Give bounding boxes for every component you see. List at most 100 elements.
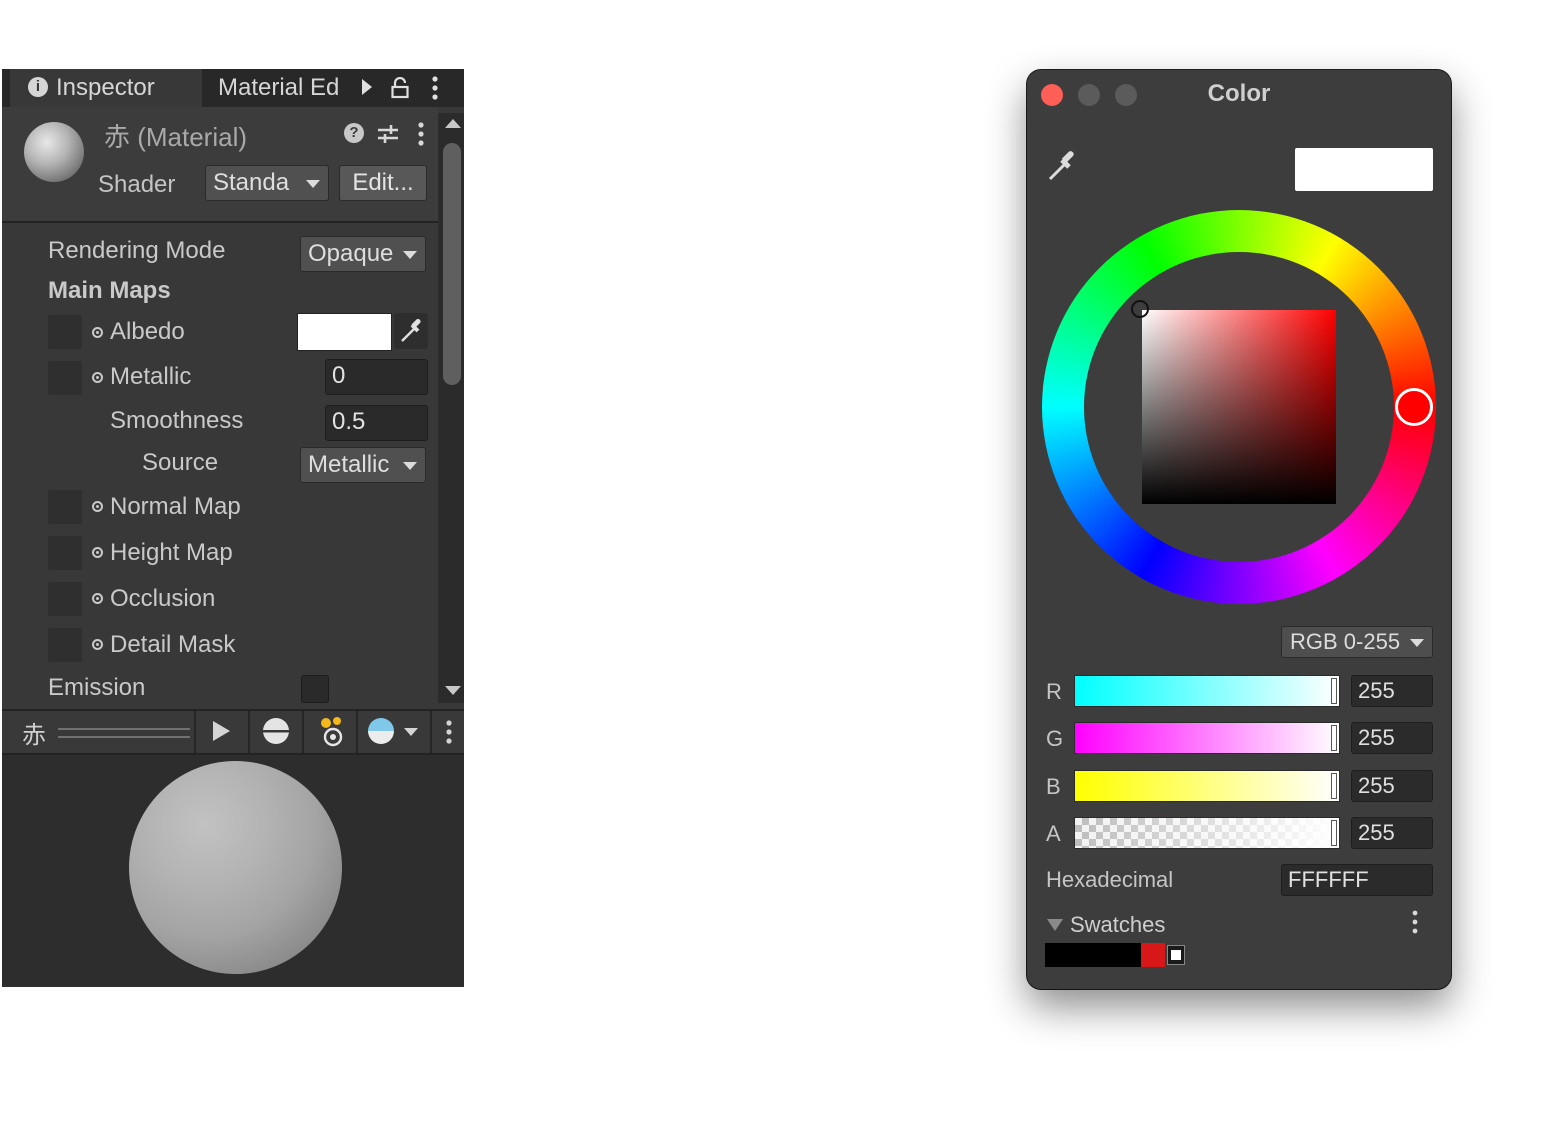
toolbar-divider — [302, 711, 304, 753]
channel-g-field[interactable]: 255 — [1351, 722, 1433, 754]
hexadecimal-field[interactable]: FFFFFF — [1281, 864, 1433, 896]
channel-b-slider[interactable] — [1074, 770, 1340, 802]
rendering-mode-value: Opaque — [308, 240, 394, 267]
channel-r-slider[interactable] — [1074, 675, 1340, 707]
add-swatch-button[interactable] — [1167, 945, 1185, 965]
albedo-eyedropper-button[interactable] — [394, 313, 428, 349]
saturation-value-cursor[interactable] — [1131, 300, 1149, 318]
emission-label: Emission — [48, 674, 146, 701]
shader-value: Standa — [213, 169, 290, 196]
object-picker-icon[interactable] — [92, 327, 103, 338]
color-mode-value: RGB 0-255 — [1290, 629, 1401, 654]
object-picker-icon[interactable] — [92, 639, 103, 650]
object-picker-icon[interactable] — [92, 593, 103, 604]
inspector-tab-bar: i Inspector Material Ed — [2, 69, 464, 107]
swatch-black[interactable] — [1045, 943, 1141, 967]
source-dropdown[interactable]: Metallic — [300, 447, 426, 483]
chevron-down-icon — [306, 180, 320, 188]
height-map-texture-slot[interactable] — [48, 536, 82, 570]
kebab-menu-icon[interactable] — [416, 121, 426, 147]
chevron-down-icon — [403, 462, 417, 470]
object-picker-icon[interactable] — [92, 372, 103, 383]
inspector-scroll-thumb[interactable] — [443, 143, 461, 385]
swatch-red[interactable] — [1141, 943, 1165, 967]
scroll-up-icon[interactable] — [445, 119, 461, 128]
shader-dropdown[interactable]: Standa — [205, 165, 329, 201]
main-maps-heading: Main Maps — [48, 277, 171, 304]
swatches-foldout-icon[interactable] — [1047, 919, 1063, 931]
inspector-panel: i Inspector Material Ed 赤 (Material) ? Sh… — [2, 69, 464, 987]
smoothness-field[interactable]: 0.5 — [325, 405, 428, 441]
color-mode-dropdown[interactable]: RGB 0-255 — [1281, 626, 1433, 658]
object-picker-icon[interactable] — [92, 501, 103, 512]
kebab-menu-icon[interactable] — [1410, 910, 1420, 934]
albedo-texture-slot[interactable] — [48, 315, 82, 349]
slider-handle[interactable] — [1331, 820, 1337, 846]
slider-handle[interactable] — [1331, 678, 1337, 704]
channel-r-field[interactable]: 255 — [1351, 675, 1433, 707]
toolbar-divider — [194, 711, 196, 753]
light-icon[interactable] — [316, 715, 346, 747]
hue-cursor[interactable] — [1395, 388, 1433, 426]
metallic-label: Metallic — [110, 363, 192, 390]
toolbar-divider — [356, 711, 358, 753]
preview-toolbar: 赤 — [2, 709, 464, 755]
channel-a-label: A — [1046, 821, 1061, 846]
source-label: Source — [142, 449, 219, 476]
lock-icon[interactable] — [391, 77, 409, 99]
edit-shader-button[interactable]: Edit... — [339, 165, 427, 201]
tab-material-editor[interactable]: Material Ed — [208, 69, 354, 107]
kebab-menu-icon[interactable] — [444, 719, 454, 745]
channel-g-label: G — [1046, 726, 1064, 751]
chevron-down-icon — [403, 251, 417, 259]
channel-b-field[interactable]: 255 — [1351, 770, 1433, 802]
preset-icon[interactable] — [376, 123, 400, 145]
channel-r-label: R — [1046, 679, 1062, 704]
material-title: 赤 (Material) — [104, 122, 248, 152]
sphere-mode-icon[interactable] — [263, 718, 289, 744]
source-value: Metallic — [308, 451, 390, 478]
swatches-label[interactable]: Swatches — [1070, 912, 1165, 938]
detail-mask-label: Detail Mask — [110, 631, 236, 658]
preview-name: 赤 — [22, 722, 46, 749]
channel-b-label: B — [1046, 774, 1061, 799]
metallic-texture-slot[interactable] — [48, 361, 82, 395]
background-sphere-icon[interactable] — [368, 718, 394, 744]
tab-inspector-label: Inspector — [56, 74, 155, 101]
channel-a-field[interactable]: 255 — [1351, 817, 1433, 849]
kebab-menu-icon[interactable] — [430, 75, 440, 101]
occlusion-label: Occlusion — [110, 585, 216, 612]
tab-inspector[interactable]: i Inspector — [10, 69, 202, 107]
play-icon[interactable] — [213, 721, 230, 741]
tab-material-editor-label: Material Ed — [218, 74, 340, 101]
metallic-field[interactable]: 0 — [325, 359, 428, 395]
info-icon: i — [28, 76, 48, 97]
shader-label: Shader — [98, 171, 176, 198]
eyedropper-icon[interactable] — [1045, 148, 1081, 184]
preview-sphere — [129, 761, 342, 974]
window-title: Color — [1207, 80, 1271, 107]
detail-mask-texture-slot[interactable] — [48, 628, 82, 662]
saturation-value-square[interactable] — [1142, 310, 1336, 504]
eyedropper-icon — [401, 319, 421, 342]
normal-map-texture-slot[interactable] — [48, 490, 82, 524]
channel-g-slider[interactable] — [1074, 722, 1340, 754]
object-picker-icon[interactable] — [92, 547, 103, 558]
emission-checkbox[interactable] — [301, 675, 329, 703]
rendering-mode-dropdown[interactable]: Opaque — [300, 236, 426, 272]
albedo-label: Albedo — [110, 318, 185, 345]
chevron-down-icon[interactable] — [404, 728, 418, 736]
material-preview-area[interactable] — [2, 755, 464, 987]
slider-handle[interactable] — [1331, 725, 1337, 751]
preview-resize-handle[interactable] — [58, 728, 190, 738]
slider-handle[interactable] — [1331, 773, 1337, 799]
toolbar-divider — [248, 711, 250, 753]
chevron-down-icon — [1410, 639, 1424, 647]
toolbar-divider — [430, 711, 432, 753]
albedo-color-field[interactable] — [297, 313, 392, 351]
occlusion-texture-slot[interactable] — [48, 582, 82, 616]
scroll-down-icon[interactable] — [445, 686, 461, 695]
tab-overflow-arrow-icon[interactable] — [362, 79, 372, 95]
help-icon[interactable]: ? — [344, 123, 364, 143]
channel-a-slider[interactable] — [1074, 817, 1340, 849]
